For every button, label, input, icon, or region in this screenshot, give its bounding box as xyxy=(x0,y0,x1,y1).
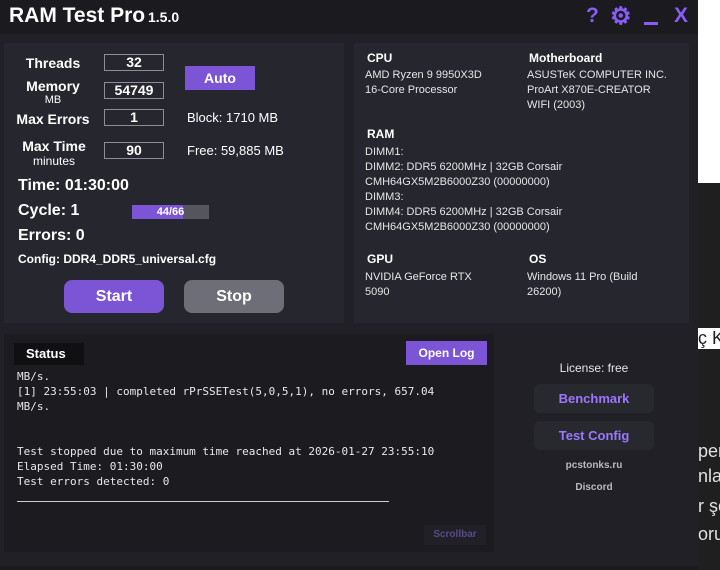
test-settings-panel: Threads 32 Memory MB 54749 Max Errors 1 … xyxy=(4,43,344,323)
close-icon[interactable]: X xyxy=(674,4,688,28)
max-time-unit: minutes xyxy=(32,154,76,168)
stop-button[interactable]: Stop xyxy=(184,280,284,313)
free-memory: Free: 59,885 MB xyxy=(187,143,284,158)
log-divider xyxy=(17,501,389,502)
start-button[interactable]: Start xyxy=(64,280,164,313)
memory-input[interactable]: 54749 xyxy=(104,82,164,99)
discord-link[interactable]: Discord xyxy=(534,482,654,493)
threads-input[interactable]: 32 xyxy=(104,54,164,71)
tab-status[interactable]: Status xyxy=(14,343,84,365)
block-size: Block: 1710 MB xyxy=(187,110,279,125)
website-link[interactable]: pcstonks.ru xyxy=(534,460,654,471)
gpu-header: GPU xyxy=(367,252,394,266)
benchmark-button[interactable]: Benchmark xyxy=(534,384,654,413)
max-time-label: Max Time xyxy=(22,138,86,154)
max-time-input[interactable]: 90 xyxy=(104,142,164,159)
ram-value: DIMM1: DIMM2: DDR5 6200MHz | 32GB Corsai… xyxy=(365,146,563,233)
open-log-button[interactable]: Open Log xyxy=(406,341,487,365)
cpu-value: AMD Ryzen 9 9950X3D 16-Core Processor xyxy=(365,69,482,96)
os-value: Windows 11 Pro (Build 26200) xyxy=(527,271,638,298)
max-errors-input[interactable]: 1 xyxy=(104,109,164,126)
app-title: RAM Test Pro xyxy=(9,4,146,27)
background-text-1: ç K xyxy=(698,328,720,349)
motherboard-value: ASUSTeK COMPUTER INC. ProArt X870E-CREAT… xyxy=(527,69,667,111)
gear-icon[interactable]: ⚙ xyxy=(610,2,632,31)
app-version: 1.5.0 xyxy=(148,9,180,25)
config-file: Config: DDR4_DDR5_universal.cfg xyxy=(18,252,217,266)
max-errors-label: Max Errors xyxy=(16,111,90,127)
ram-header: RAM xyxy=(367,127,395,141)
os-header: OS xyxy=(529,252,547,266)
background-text-5: oru xyxy=(698,524,720,544)
help-icon[interactable]: ? xyxy=(586,4,599,28)
error-count: Errors: 0 xyxy=(18,227,85,244)
status-log: MB/s. [1] 23:55:03 | completed rPrSSETes… xyxy=(17,370,435,488)
app-window: RAM Test Pro 1.5.0 ? ⚙ X Threads 32 Memo… xyxy=(0,0,698,566)
elapsed-time: Time: 01:30:00 xyxy=(18,177,129,194)
background-text-2: per xyxy=(698,441,720,461)
gpu-value: NVIDIA GeForce RTX 5090 xyxy=(365,271,472,298)
cycle-count: Cycle: 1 xyxy=(18,202,80,219)
background-bottom-bar xyxy=(0,566,698,570)
auto-button[interactable]: Auto xyxy=(185,66,255,90)
threads-label: Threads xyxy=(25,55,81,71)
motherboard-header: Motherboard xyxy=(529,51,603,65)
minimize-icon[interactable] xyxy=(644,22,658,25)
status-panel: Status Open Log MB/s. [1] 23:55:03 | com… xyxy=(4,334,494,552)
cycle-progress-text: 44/66 xyxy=(156,206,185,218)
license-label: License: free xyxy=(559,361,629,375)
memory-unit: MB xyxy=(44,94,62,106)
system-info-panel: CPU AMD Ryzen 9 9950X3D 16-Core Processo… xyxy=(354,43,689,323)
background-text-3: nla xyxy=(698,466,720,486)
scrollbar[interactable]: Scrollbar xyxy=(424,525,486,545)
memory-label: Memory xyxy=(26,78,80,94)
background-text-4: r şe xyxy=(698,496,720,516)
cycle-progress-bar: 44/66 xyxy=(132,205,209,219)
cpu-header: CPU xyxy=(367,51,393,65)
title-bar[interactable]: RAM Test Pro 1.5.0 ? ⚙ X xyxy=(0,0,698,34)
test-config-button[interactable]: Test Config xyxy=(534,421,654,450)
